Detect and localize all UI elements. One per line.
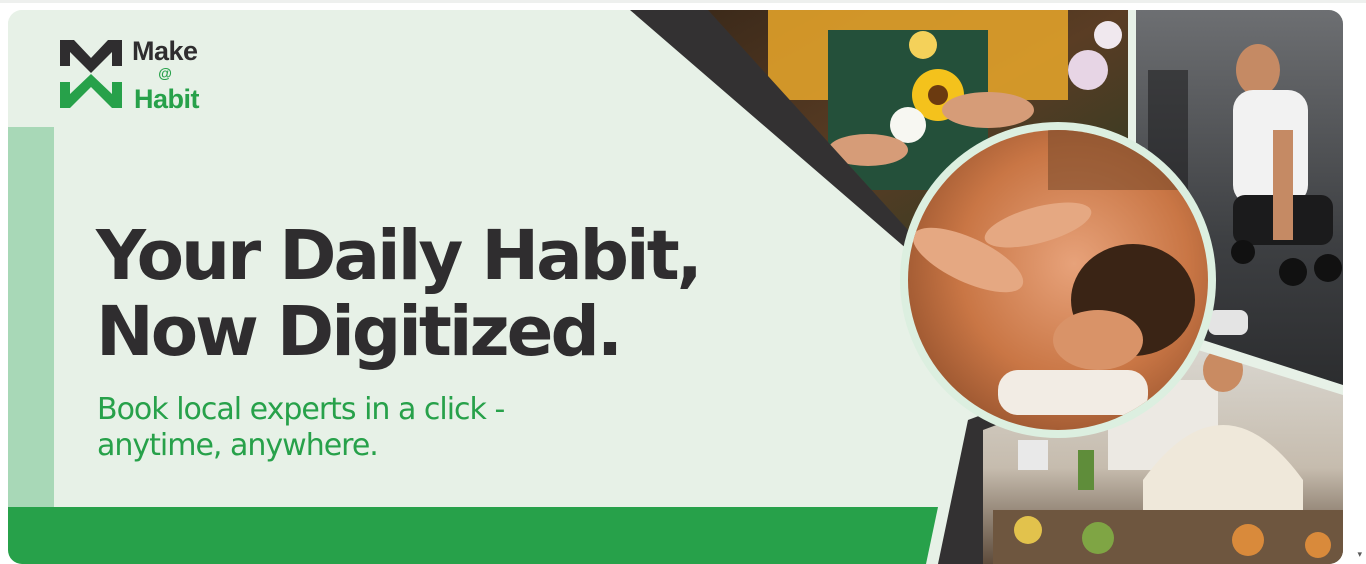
hero-headline: Your Daily Habit, Now Digitized. [96,218,736,370]
headline-line-2: Now Digitized. [96,292,623,372]
headline-line-1: Your Daily Habit, [96,216,703,296]
hero-banner[interactable]: Make @ Habit Your Daily Habit, Now Digit… [8,10,1343,564]
makeahabit-logo[interactable]: Make @ Habit [56,34,226,114]
subheadline-line-2: anytime, anywhere. [97,428,379,463]
logo-mark-icon [60,40,122,108]
logo-text-habit: Habit [134,84,200,114]
logo-text-make: Make [132,36,198,66]
subheadline-line-1: Book local experts in a click - [97,392,505,427]
chevron-down-icon[interactable]: ▾ [1357,551,1362,560]
hero-subheadline: Book local experts in a click - anytime,… [97,392,617,464]
logo-text-at: @ [158,65,172,81]
page-top-border [0,0,1366,3]
page-scrollbar[interactable]: ▾ [1352,0,1366,564]
